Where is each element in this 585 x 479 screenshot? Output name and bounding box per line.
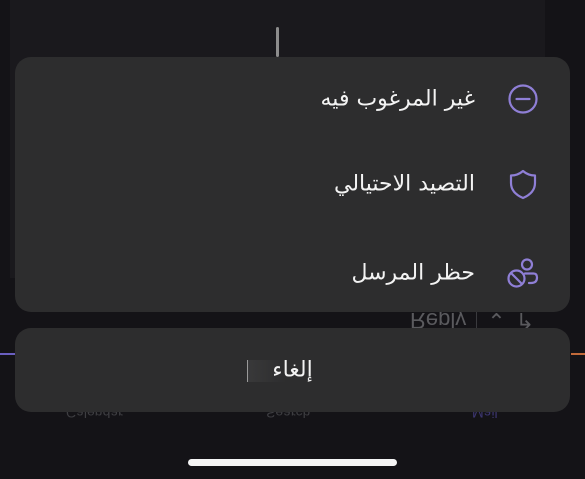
action-junk[interactable]: غير المرغوب فيه — [15, 69, 570, 129]
block-sender-icon — [506, 256, 540, 290]
cancel-label: إلغاء — [272, 357, 313, 383]
shield-icon — [506, 167, 540, 201]
action-sheet: غير المرغوب فيه التصيد الاحتيالي حظر الم… — [15, 57, 570, 312]
minus-circle-icon — [506, 82, 540, 116]
cancel-button[interactable]: إلغاء — [15, 328, 570, 412]
action-phishing[interactable]: التصيد الاحتيالي — [15, 154, 570, 214]
background-accent-line-right — [571, 353, 585, 355]
action-block-sender-label: حظر المرسل — [351, 260, 475, 286]
action-junk-label: غير المرغوب فيه — [320, 86, 475, 112]
background-drag-handle — [276, 27, 279, 57]
home-indicator[interactable] — [188, 459, 397, 466]
action-phishing-label: التصيد الاحتيالي — [334, 171, 475, 197]
action-block-sender[interactable]: حظر المرسل — [15, 243, 570, 303]
